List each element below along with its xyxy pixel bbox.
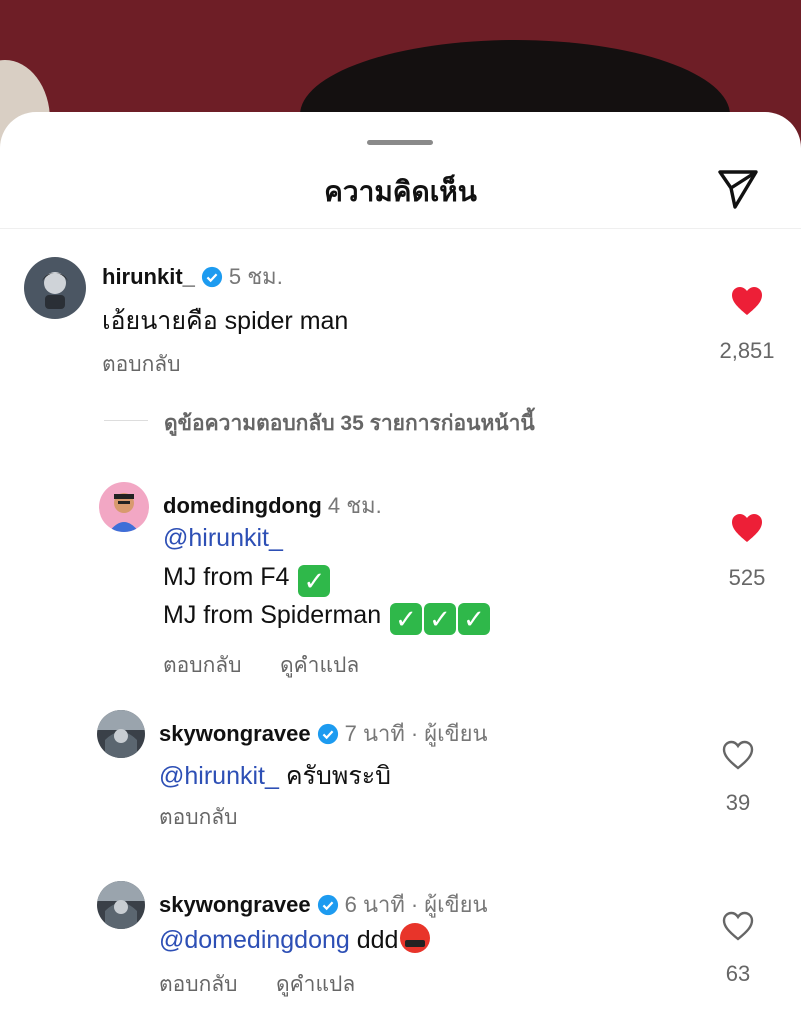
mention-link[interactable]: @hirunkit_ xyxy=(159,762,279,790)
comment-username[interactable]: domedingdong xyxy=(163,493,322,519)
sheet-title: ความคิดเห็น xyxy=(324,176,477,207)
translate-button[interactable]: ดูคำแปล xyxy=(276,968,355,1001)
send-icon xyxy=(718,170,758,209)
avatar[interactable] xyxy=(24,257,86,319)
avatar[interactable] xyxy=(99,482,149,532)
translate-button[interactable]: ดูคำแปล xyxy=(280,649,359,682)
comment-time: 6 นาที xyxy=(344,892,405,917)
like-count: 525 xyxy=(728,565,766,590)
reply-button[interactable]: ตอบกลับ xyxy=(159,968,238,1001)
comment-username[interactable]: hirunkit_ xyxy=(102,264,195,290)
comment-time: 5 ชม. xyxy=(228,264,283,289)
check-mark-emoji-icon: ✓ xyxy=(298,565,331,597)
comment-username[interactable]: skywongravee xyxy=(159,892,311,918)
heart-filled-icon xyxy=(732,514,762,542)
heart-outline-icon xyxy=(722,911,754,941)
heart-filled-icon xyxy=(732,287,762,315)
avatar[interactable] xyxy=(97,881,145,929)
mention-link[interactable]: @hirunkit_ xyxy=(163,524,283,553)
comment-text: เอ้ยนายคือ spider man xyxy=(102,307,349,335)
comment-username[interactable]: skywongravee xyxy=(159,721,311,747)
like-count: 39 xyxy=(725,790,751,815)
angry-face-emoji-icon xyxy=(400,923,431,953)
like-button[interactable] xyxy=(708,740,768,770)
like-count: 63 xyxy=(725,961,751,986)
separator-dot: · xyxy=(410,891,419,917)
like-button[interactable] xyxy=(717,513,777,543)
comment-text-line: MJ from F4 xyxy=(163,563,290,591)
comment-text: ddd xyxy=(356,926,399,954)
header-divider xyxy=(0,228,801,229)
comment-time: 7 นาที xyxy=(344,721,405,746)
replies-line xyxy=(104,420,148,421)
drag-handle[interactable] xyxy=(367,140,433,145)
check-mark-emoji-icon: ✓ xyxy=(424,603,457,635)
author-tag: ผู้เขียน xyxy=(424,721,488,746)
like-button[interactable] xyxy=(717,286,777,316)
like-button[interactable] xyxy=(708,911,768,941)
like-count: 2,851 xyxy=(719,338,775,363)
separator-dot: · xyxy=(410,720,419,746)
avatar[interactable] xyxy=(97,710,145,758)
reply-button[interactable]: ตอบกลับ xyxy=(102,348,181,381)
verified-badge-icon xyxy=(317,723,338,744)
comment-text-line: MJ from Spiderman xyxy=(163,601,382,629)
check-mark-emoji-icon: ✓ xyxy=(458,603,491,635)
view-previous-replies[interactable]: ดูข้อความตอบกลับ 35 รายการก่อนหน้านี้ xyxy=(164,407,535,440)
comment-time: 4 ชม. xyxy=(327,493,382,518)
share-send-button[interactable] xyxy=(714,164,762,212)
comment-text: ครับพระบิ xyxy=(285,762,392,790)
reply-button[interactable]: ตอบกลับ xyxy=(163,649,242,682)
heart-outline-icon xyxy=(722,740,754,770)
verified-badge-icon xyxy=(317,894,338,915)
check-mark-emoji-icon: ✓ xyxy=(390,603,423,635)
author-tag: ผู้เขียน xyxy=(424,892,488,917)
verified-badge-icon xyxy=(201,266,222,287)
mention-link[interactable]: @domedingdong xyxy=(159,926,350,954)
reply-button[interactable]: ตอบกลับ xyxy=(159,801,238,834)
